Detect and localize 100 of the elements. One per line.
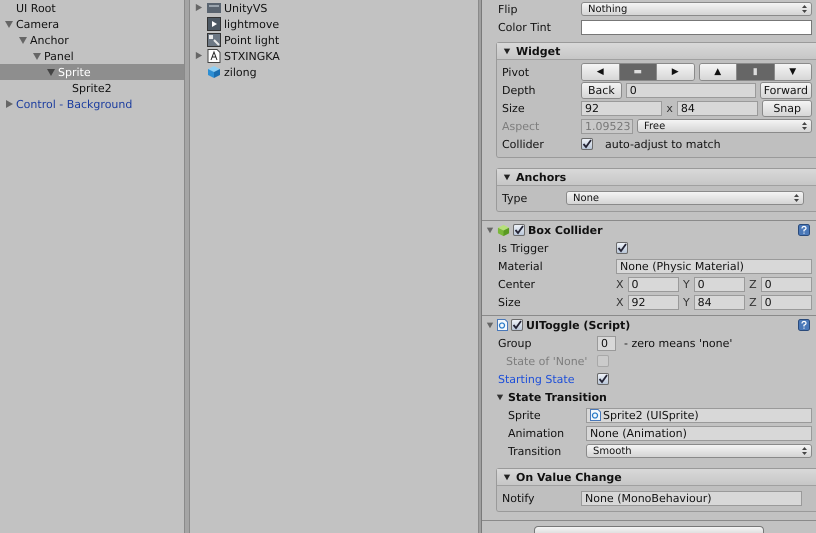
help-icon[interactable] xyxy=(798,319,810,331)
project-item[interactable]: lightmove xyxy=(190,16,478,32)
project-item[interactable]: zilong xyxy=(190,64,478,80)
field-label: Is Trigger xyxy=(498,242,550,254)
item-label: zilong xyxy=(224,66,257,78)
input-field[interactable]: 0 xyxy=(694,276,746,292)
field-label: Flip xyxy=(498,2,518,16)
cube-icon xyxy=(207,65,221,79)
input-field[interactable]: 0 xyxy=(760,276,812,292)
input-field[interactable]: 92 xyxy=(581,100,662,116)
project-item[interactable]: Point light xyxy=(190,32,478,48)
section-header[interactable]: On Value Change xyxy=(497,469,816,486)
input-field[interactable]: 84 xyxy=(676,100,758,116)
project-item[interactable]: UnityVS xyxy=(190,0,478,16)
script-icon xyxy=(497,319,508,331)
help-icon[interactable] xyxy=(798,224,810,236)
panel-button[interactable] xyxy=(534,526,764,533)
field-label: Depth xyxy=(502,84,537,96)
input-field[interactable]: 84 xyxy=(694,294,746,310)
axis-label: X xyxy=(616,296,624,308)
hierarchy-item[interactable]: Control - Background xyxy=(0,96,184,112)
hierarchy-item[interactable]: Panel xyxy=(0,48,184,64)
back-button[interactable]: Back xyxy=(581,82,622,98)
field-label: State of 'None' xyxy=(506,354,588,368)
checkbox[interactable] xyxy=(581,138,593,150)
caret-icon[interactable] xyxy=(503,173,511,181)
snap-button[interactable]: Snap xyxy=(762,100,812,116)
hierarchy-item[interactable]: Anchor xyxy=(0,32,184,48)
subsection-title[interactable]: State Transition xyxy=(508,390,607,404)
item-label: STXINGKA xyxy=(224,50,280,62)
input-field[interactable]: 0 xyxy=(628,276,679,292)
item-label: lightmove xyxy=(224,18,280,30)
field-label: Animation xyxy=(508,426,566,440)
caret-icon[interactable] xyxy=(503,47,511,55)
field-label: Notify xyxy=(502,492,536,504)
field-label: Pivot xyxy=(502,66,530,78)
section-header[interactable]: Widget xyxy=(497,43,816,60)
checkbox[interactable] xyxy=(616,242,628,254)
item-label: UnityVS xyxy=(224,2,268,14)
checkbox[interactable] xyxy=(511,319,523,331)
caret-icon[interactable] xyxy=(496,393,504,401)
input-field[interactable]: 92 xyxy=(628,294,679,310)
collapsed-caret-icon[interactable] xyxy=(4,99,14,109)
input-field[interactable]: Sprite2 (UISprite) xyxy=(586,408,812,422)
item-label: Control - Background xyxy=(16,98,132,110)
font-file-icon xyxy=(207,49,221,63)
field-label: Starting State xyxy=(498,372,576,386)
input-field[interactable]: 0 xyxy=(597,336,616,350)
field-label: Material xyxy=(498,260,544,272)
script-file-icon xyxy=(590,409,601,421)
pivot-button[interactable]: ▲ xyxy=(700,64,737,80)
script-icon xyxy=(207,17,221,31)
checkbox[interactable] xyxy=(597,373,609,385)
pivot-button[interactable]: ▼ xyxy=(774,64,811,80)
light-icon xyxy=(207,33,221,47)
updown-arrows-icon xyxy=(802,447,807,455)
cube-icon xyxy=(497,224,510,236)
field-label: Type xyxy=(502,192,528,204)
field-label: Size xyxy=(498,296,522,308)
forward-button[interactable]: Forward xyxy=(760,82,812,98)
package-icon xyxy=(207,1,221,15)
collapsed-caret-icon[interactable] xyxy=(194,51,203,60)
item-label: UI Root xyxy=(16,2,56,14)
hierarchy-item[interactable]: UI Root xyxy=(0,0,184,16)
pivot-button[interactable]: ▬ xyxy=(620,64,657,80)
updown-arrows-icon xyxy=(802,5,807,13)
dropdown[interactable]: Nothing xyxy=(581,2,812,16)
item-label: Sprite2 xyxy=(72,82,112,94)
item-label: Camera xyxy=(16,18,60,30)
hierarchy-item[interactable]: Camera xyxy=(0,16,184,32)
pivot-button[interactable]: ▶ xyxy=(657,64,694,80)
caret-icon[interactable] xyxy=(503,473,511,481)
axis-label: Y xyxy=(682,296,690,308)
dropdown[interactable]: None xyxy=(566,191,804,205)
item-label: Sprite xyxy=(58,66,91,78)
checkbox[interactable] xyxy=(513,224,525,236)
item-label: Panel xyxy=(44,50,74,62)
input-field[interactable]: 0 xyxy=(760,294,812,310)
field-label: Color Tint xyxy=(498,20,552,34)
component-header[interactable]: Box Collider xyxy=(482,220,816,239)
color-field[interactable] xyxy=(581,20,812,34)
field-label: Center xyxy=(498,278,536,290)
component-header[interactable]: UIToggle (Script) xyxy=(482,315,816,334)
section-header[interactable]: Anchors xyxy=(497,169,816,186)
input-field[interactable]: None (Physic Material) xyxy=(616,258,812,274)
pivot-button[interactable]: ◀ xyxy=(582,64,620,80)
input-field[interactable]: None (Animation) xyxy=(586,426,812,440)
input-field[interactable]: 0 xyxy=(626,82,756,98)
item-label: Point light xyxy=(224,34,280,46)
project-item[interactable]: STXINGKA xyxy=(190,48,478,64)
axis-label: Z xyxy=(749,296,757,308)
axis-label: Y xyxy=(682,278,690,290)
hierarchy-item[interactable]: Sprite2 xyxy=(0,80,184,96)
pivot-button[interactable]: ▮ xyxy=(737,64,774,80)
dropdown[interactable]: Smooth xyxy=(586,444,812,458)
collapsed-caret-icon[interactable] xyxy=(194,3,203,12)
input-field[interactable]: None (MonoBehaviour) xyxy=(581,490,802,506)
field-value: Sprite2 (UISprite) xyxy=(603,408,699,422)
hint-text: - zero means 'none' xyxy=(624,336,732,350)
field-label: Aspect xyxy=(502,120,540,132)
